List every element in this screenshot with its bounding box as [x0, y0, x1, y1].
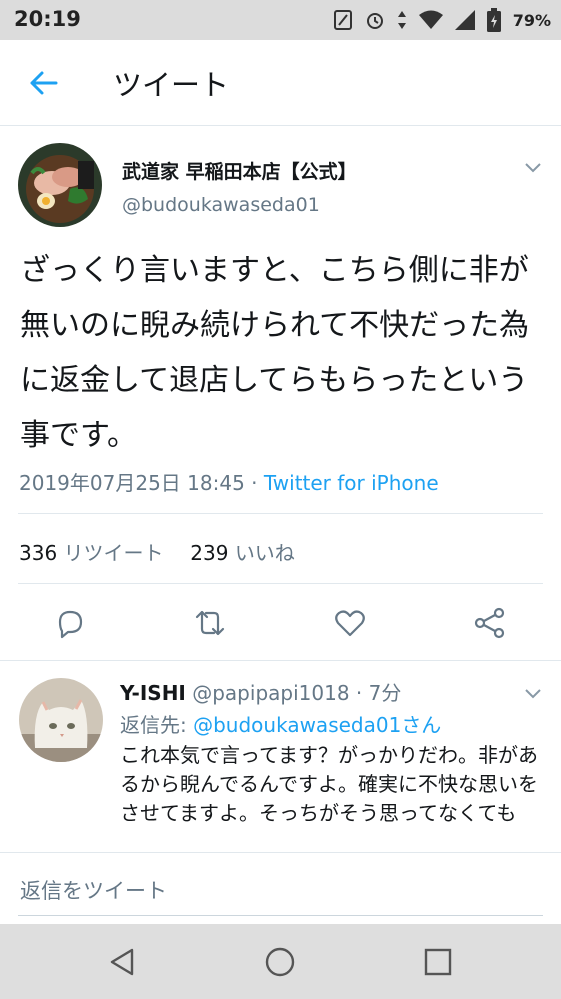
tweet-meta: 2019年07月25日 18:45 · Twitter for iPhone — [19, 467, 439, 496]
author-avatar[interactable] — [18, 143, 102, 227]
like-icon[interactable] — [332, 605, 368, 641]
reply-time: · 7分 — [355, 681, 402, 705]
reply-author-handle[interactable]: @papipapi1018 — [192, 681, 349, 705]
retweet-label: リツイート — [63, 541, 164, 565]
nfc-icon — [333, 10, 352, 30]
system-nav-bar — [0, 924, 561, 999]
status-icons: 79% — [333, 7, 551, 33]
page-title: ツイート — [113, 68, 230, 102]
reply-text: これ本気で言ってます？がっかりだわ。非があるから睨んでるんですよ。確実に不快な思… — [120, 743, 538, 825]
input-underline — [18, 915, 543, 916]
retweet-stat[interactable]: 336 リツイート — [19, 541, 164, 565]
signal-icon — [454, 10, 475, 30]
reply-to-line: 返信先: @budoukawaseda01さん — [120, 709, 441, 738]
reply-header: Y-ISHI @papipapi1018 · 7分 — [120, 677, 401, 706]
divider — [18, 583, 543, 584]
status-time: 20:19 — [14, 7, 81, 31]
alarm-icon — [366, 13, 383, 29]
tweet-actions — [0, 605, 561, 641]
like-stat[interactable]: 239 いいね — [190, 541, 295, 565]
nav-recents-icon[interactable] — [422, 946, 454, 978]
reply-to-mention[interactable]: @budoukawaseda01さん — [193, 713, 441, 737]
like-label: いいね — [234, 541, 295, 565]
data-arrows-icon — [397, 11, 406, 29]
tweet-timestamp: 2019年07月25日 18:45 — [19, 471, 245, 495]
nav-home-icon[interactable] — [264, 946, 296, 978]
author-name[interactable]: 武道家 早稲田本店【公式】 — [122, 157, 357, 184]
tweet-stats: 336 リツイート 239 いいね — [19, 537, 295, 566]
nav-back-icon[interactable] — [106, 946, 138, 978]
retweet-icon[interactable] — [192, 605, 228, 641]
reply-to-prefix: 返信先: — [120, 713, 187, 737]
reply-composer[interactable]: 返信をツイート — [0, 852, 561, 924]
reply-avatar[interactable] — [19, 678, 103, 762]
battery-percent: 79% — [512, 10, 551, 30]
status-bar: 20:19 79% — [0, 0, 561, 40]
meta-separator: · — [244, 471, 264, 495]
app-bar: ツイート — [0, 40, 561, 126]
like-count: 239 — [190, 541, 229, 565]
author-handle[interactable]: @budoukawaseda01 — [122, 194, 320, 216]
battery-icon — [486, 8, 501, 32]
reply-icon[interactable] — [52, 605, 88, 641]
share-icon[interactable] — [472, 605, 508, 641]
wifi-icon — [418, 10, 443, 29]
caret-down-icon[interactable] — [523, 683, 543, 703]
tweet-client-link[interactable]: Twitter for iPhone — [264, 471, 439, 495]
caret-down-icon[interactable] — [523, 157, 543, 177]
divider — [18, 513, 543, 514]
back-arrow-icon[interactable] — [26, 66, 60, 100]
reply-tweet[interactable]: Y-ISHI @papipapi1018 · 7分 返信先: @budoukaw… — [0, 661, 561, 851]
retweet-count: 336 — [19, 541, 58, 565]
reply-author-name[interactable]: Y-ISHI — [120, 681, 186, 705]
reply-input[interactable]: 返信をツイート — [20, 875, 167, 905]
tweet-text: ざっくり言いますと、こちら側に非が無いのに睨み続けられて不快だった為に返金して退… — [20, 253, 530, 453]
